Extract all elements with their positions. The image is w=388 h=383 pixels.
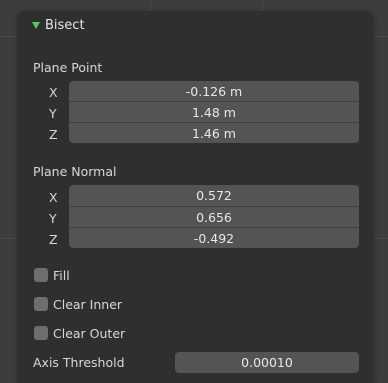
expanded-triangle-icon[interactable] bbox=[32, 22, 40, 29]
panel-title: Bisect bbox=[45, 18, 85, 33]
clear-outer-label: Clear Outer bbox=[53, 325, 126, 341]
viewport-background: Bisect Plane Point X -0.126 m Y 1.48 m Z… bbox=[0, 0, 388, 383]
plane-normal-z-field[interactable]: -0.492 bbox=[69, 227, 359, 248]
plane-point-x-label: X bbox=[49, 85, 58, 100]
clear-outer-checkbox[interactable] bbox=[34, 326, 48, 340]
plane-normal-y-field[interactable]: 0.656 bbox=[69, 206, 359, 227]
plane-point-y-field[interactable]: 1.48 m bbox=[69, 101, 359, 122]
clear-inner-checkbox[interactable] bbox=[34, 297, 48, 311]
plane-point-label: Plane Point bbox=[33, 60, 103, 75]
clear-inner-checkbox-row[interactable]: Clear Inner bbox=[34, 296, 122, 312]
plane-point-x-field[interactable]: -0.126 m bbox=[69, 81, 359, 101]
axis-threshold-label: Axis Threshold bbox=[33, 355, 125, 370]
fill-checkbox-row[interactable]: Fill bbox=[34, 267, 70, 283]
panel-header[interactable]: Bisect bbox=[18, 11, 373, 39]
bisect-operator-panel: Bisect Plane Point X -0.126 m Y 1.48 m Z… bbox=[18, 11, 373, 383]
plane-normal-y-label: Y bbox=[49, 211, 57, 226]
plane-point-z-label: Z bbox=[49, 127, 58, 142]
clear-outer-checkbox-row[interactable]: Clear Outer bbox=[34, 325, 125, 341]
plane-point-y-label: Y bbox=[49, 106, 57, 121]
fill-label: Fill bbox=[53, 267, 70, 283]
axis-threshold-field[interactable]: 0.00010 bbox=[175, 352, 359, 373]
fill-checkbox[interactable] bbox=[34, 268, 48, 282]
plane-normal-x-label: X bbox=[49, 190, 58, 205]
plane-normal-x-field[interactable]: 0.572 bbox=[69, 185, 359, 206]
plane-point-z-field[interactable]: 1.46 m bbox=[69, 122, 359, 143]
plane-normal-z-label: Z bbox=[49, 232, 58, 247]
clear-inner-label: Clear Inner bbox=[53, 296, 123, 312]
plane-normal-label: Plane Normal bbox=[33, 164, 117, 179]
